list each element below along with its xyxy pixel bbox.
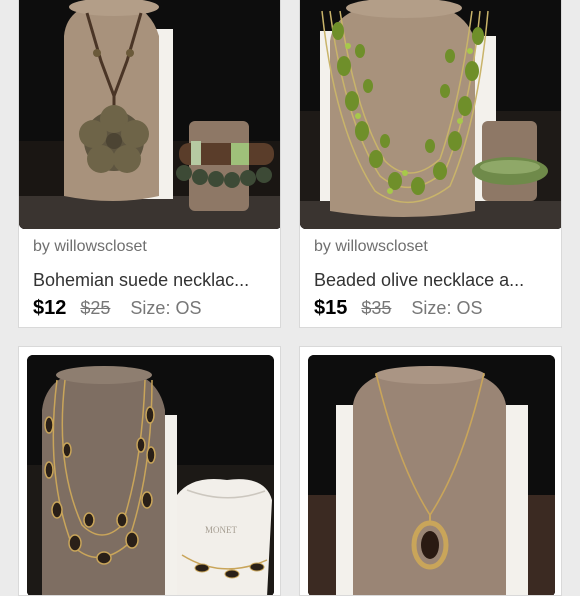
listing-title[interactable]: Beaded olive necklace a... — [314, 270, 551, 291]
listing-size: Size: OS — [130, 298, 202, 318]
listing-photo-2[interactable] — [300, 0, 561, 229]
necklace-image — [300, 0, 561, 229]
necklace-image: MONET — [27, 355, 274, 595]
listing-card-2[interactable]: by willowscloset Beaded olive necklace a… — [299, 0, 562, 328]
listing-photo-3[interactable]: MONET — [27, 355, 274, 595]
pouch-brand: MONET — [205, 525, 237, 535]
original-price: $35 — [361, 298, 392, 318]
listing-photo-4[interactable] — [308, 355, 555, 595]
listing-meta-2: by willowscloset Beaded olive necklace a… — [300, 229, 561, 327]
listing-photo-1[interactable] — [19, 0, 280, 229]
listing-card-4[interactable] — [299, 346, 562, 596]
seller-name[interactable]: by willowscloset — [33, 238, 147, 256]
necklace-image — [308, 355, 555, 595]
necklace-image — [19, 0, 280, 229]
listing-meta-1: by willowscloset Bohemian suede necklac.… — [19, 229, 280, 327]
listing-card-1[interactable]: by willowscloset Bohemian suede necklac.… — [18, 0, 281, 328]
seller-name[interactable]: by willowscloset — [314, 238, 428, 256]
listing-price: $15 — [314, 297, 348, 319]
price-row: $12 $25 Size: OS — [33, 297, 201, 320]
original-price: $25 — [80, 298, 111, 318]
listing-card-3[interactable]: MONET — [18, 346, 281, 596]
price-row: $15 $35 Size: OS — [314, 297, 482, 320]
listing-title[interactable]: Bohemian suede necklac... — [33, 270, 270, 291]
listing-price: $12 — [33, 297, 67, 319]
listing-size: Size: OS — [411, 298, 483, 318]
